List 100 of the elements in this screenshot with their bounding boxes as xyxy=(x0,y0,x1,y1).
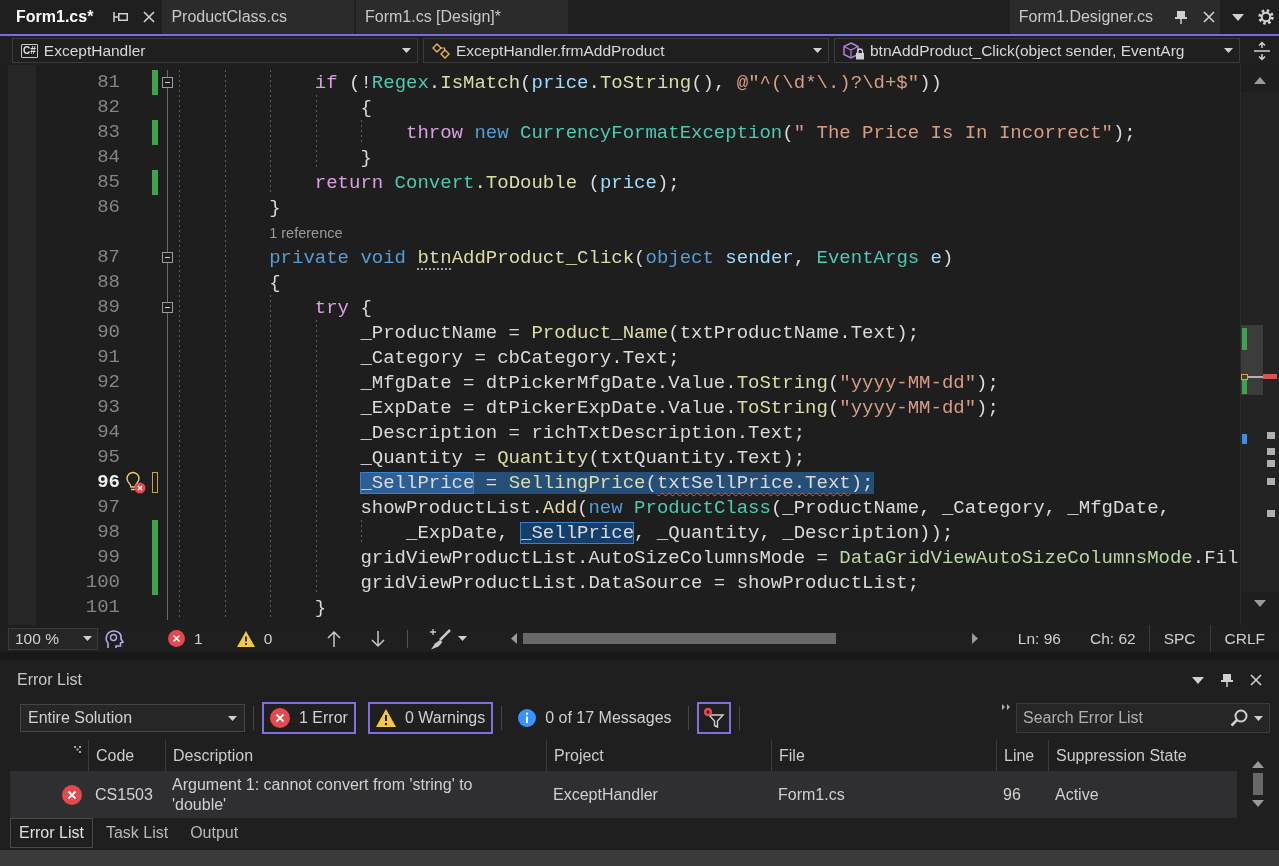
line-number: 89 xyxy=(97,295,121,320)
error-icon xyxy=(168,630,185,647)
caret-icon[interactable] xyxy=(458,636,468,641)
line-number: 86 xyxy=(97,195,121,220)
line-number: 87 xyxy=(97,245,121,270)
next-arrow-icon[interactable] xyxy=(371,630,386,647)
table-cell-text: Form1.cs xyxy=(777,784,846,805)
info-icon xyxy=(518,709,537,727)
head-icon[interactable] xyxy=(104,628,124,649)
panel-tab[interactable]: Error List xyxy=(10,818,93,848)
editor-tab[interactable]: Form1.Designer.cs xyxy=(1009,0,1220,34)
code-line: _ExpDate, _SellPrice, _Quantity, _Description)); xyxy=(406,521,954,544)
caret-icon[interactable] xyxy=(228,715,237,721)
code-line: { xyxy=(269,271,281,294)
code-line: gridViewProductList.AutoSizeColumnsMode = DataGridViewAutoSizeColumnsMode.Fil xyxy=(360,546,1239,569)
method-icon xyxy=(843,41,864,60)
close-icon[interactable] xyxy=(1203,11,1215,23)
project-dropdown[interactable]: C# ExceptHandler xyxy=(12,38,418,63)
pin-icon[interactable] xyxy=(113,11,129,23)
warning-icon xyxy=(375,709,396,727)
lightbulb-error-icon[interactable] xyxy=(126,471,146,494)
dropdown-icon[interactable] xyxy=(1192,676,1204,684)
previous-arrow-icon[interactable] xyxy=(327,630,342,647)
code-line: showProductList.Add(new ProductClass(_ProductName, _Category, _MfgDate, xyxy=(360,496,1170,519)
caret-icon[interactable] xyxy=(813,48,822,53)
close-icon[interactable] xyxy=(143,11,156,23)
caret-icon[interactable] xyxy=(83,636,92,641)
pin-icon[interactable] xyxy=(1220,673,1234,687)
code-line: try { xyxy=(314,296,372,319)
warnings-button[interactable]: 0 xyxy=(236,629,273,648)
errors-button[interactable]: 1 xyxy=(168,629,203,648)
reference-count-link[interactable]: 1 reference xyxy=(269,224,343,241)
code-line: } xyxy=(314,596,327,619)
panel-tab[interactable]: Output xyxy=(181,818,248,848)
table-cell-text: ExceptHandler xyxy=(552,784,659,805)
line-number: 99 xyxy=(97,545,121,570)
brush-icon[interactable] xyxy=(428,627,453,650)
line-number: 97 xyxy=(97,495,121,520)
line-number: 100 xyxy=(85,570,121,595)
line-number: 90 xyxy=(97,320,121,345)
line-number: 85 xyxy=(97,170,121,195)
scroll-up-icon[interactable] xyxy=(1254,77,1266,84)
table-cell-text: 96 xyxy=(1002,784,1022,805)
scroll-down-icon[interactable] xyxy=(1254,600,1266,607)
scroll-left-icon[interactable] xyxy=(511,633,518,644)
collapse-icon[interactable] xyxy=(162,302,173,313)
collapse-icon[interactable] xyxy=(162,77,173,88)
pin-icon[interactable] xyxy=(1174,10,1188,24)
warning-filter-button[interactable]: 0 Warnings xyxy=(367,702,494,734)
settings-icon[interactable] xyxy=(1258,9,1274,25)
line-number: 93 xyxy=(97,395,121,420)
zoom-dropdown[interactable]: 100 % xyxy=(8,627,98,650)
dropdown-icon[interactable] xyxy=(1232,13,1244,21)
code-line: _ProductName = Product_Name(txtProductName.Text); xyxy=(360,321,920,344)
code-line: { xyxy=(360,96,372,119)
build-filter-button[interactable] xyxy=(696,702,731,734)
table-cell-text: CS1503 xyxy=(94,784,154,805)
scope-dropdown[interactable]: Entire Solution xyxy=(20,704,245,732)
code-line: _Category = cbCategory.Text; xyxy=(360,346,680,369)
scroll-thumb[interactable] xyxy=(523,633,837,644)
line-number: 94 xyxy=(97,420,121,445)
editor-tab[interactable]: Form1.cs [Design]* xyxy=(355,0,568,34)
column-indicator[interactable]: Ch: 62 xyxy=(1089,629,1136,648)
close-icon[interactable] xyxy=(1250,674,1262,686)
member-dropdown[interactable]: btnAddProduct_Click(object sender, EventArg xyxy=(834,38,1240,63)
panel-title: Error List xyxy=(17,671,83,689)
collapse-icon[interactable] xyxy=(162,252,173,263)
line-number: 98 xyxy=(97,520,121,545)
split-icon[interactable] xyxy=(1254,41,1270,60)
error-filter-button[interactable]: 1 Error xyxy=(262,702,356,734)
line-number: 81 xyxy=(97,70,121,95)
panel-tab[interactable]: Task List xyxy=(96,818,178,848)
overflow-icon[interactable] xyxy=(1002,704,1010,710)
type-dropdown[interactable]: ExceptHandler.frmAddProduct xyxy=(423,38,829,63)
caret-icon[interactable] xyxy=(1254,715,1263,721)
caret-icon[interactable] xyxy=(1224,48,1233,53)
table-cell-text: Argument 1: cannot convert from 'string' to 'double' xyxy=(171,774,474,815)
warning-icon xyxy=(236,630,255,647)
table-row[interactable]: CS1503 Argument 1: cannot convert from 'string' to 'double' ExceptHandler Form1.cs 96 Active xyxy=(10,771,1237,818)
caret-icon[interactable] xyxy=(402,48,411,53)
column-options-icon[interactable] xyxy=(74,746,81,753)
scroll-up-icon[interactable] xyxy=(1252,761,1264,768)
editor-tab[interactable]: ProductClass.cs xyxy=(162,0,354,34)
scroll-down-icon[interactable] xyxy=(1252,800,1264,807)
language-badge: C# xyxy=(21,43,38,58)
line-indicator[interactable]: Ln: 96 xyxy=(1017,629,1061,648)
line-number: 92 xyxy=(97,370,121,395)
search-icon[interactable] xyxy=(1230,709,1248,727)
scroll-right-icon[interactable] xyxy=(972,633,979,644)
code-line: } xyxy=(360,146,372,169)
search-field[interactable]: Search Error List xyxy=(1016,703,1270,733)
code-line: _Description = richTxtDescription.Text; xyxy=(360,421,806,444)
line-number: 88 xyxy=(97,270,121,295)
code-line: gridViewProductList.DataSource = showProductList; xyxy=(360,571,920,594)
code-line: private void btnAddProduct_Click(object sender, EventArgs e) xyxy=(269,246,954,269)
code-line: } xyxy=(269,196,281,219)
line-number: 91 xyxy=(97,345,121,370)
info-filter-button[interactable]: 0 of 17 Messages xyxy=(510,702,680,734)
scroll-thumb[interactable] xyxy=(1253,773,1263,795)
error-icon xyxy=(62,784,82,805)
